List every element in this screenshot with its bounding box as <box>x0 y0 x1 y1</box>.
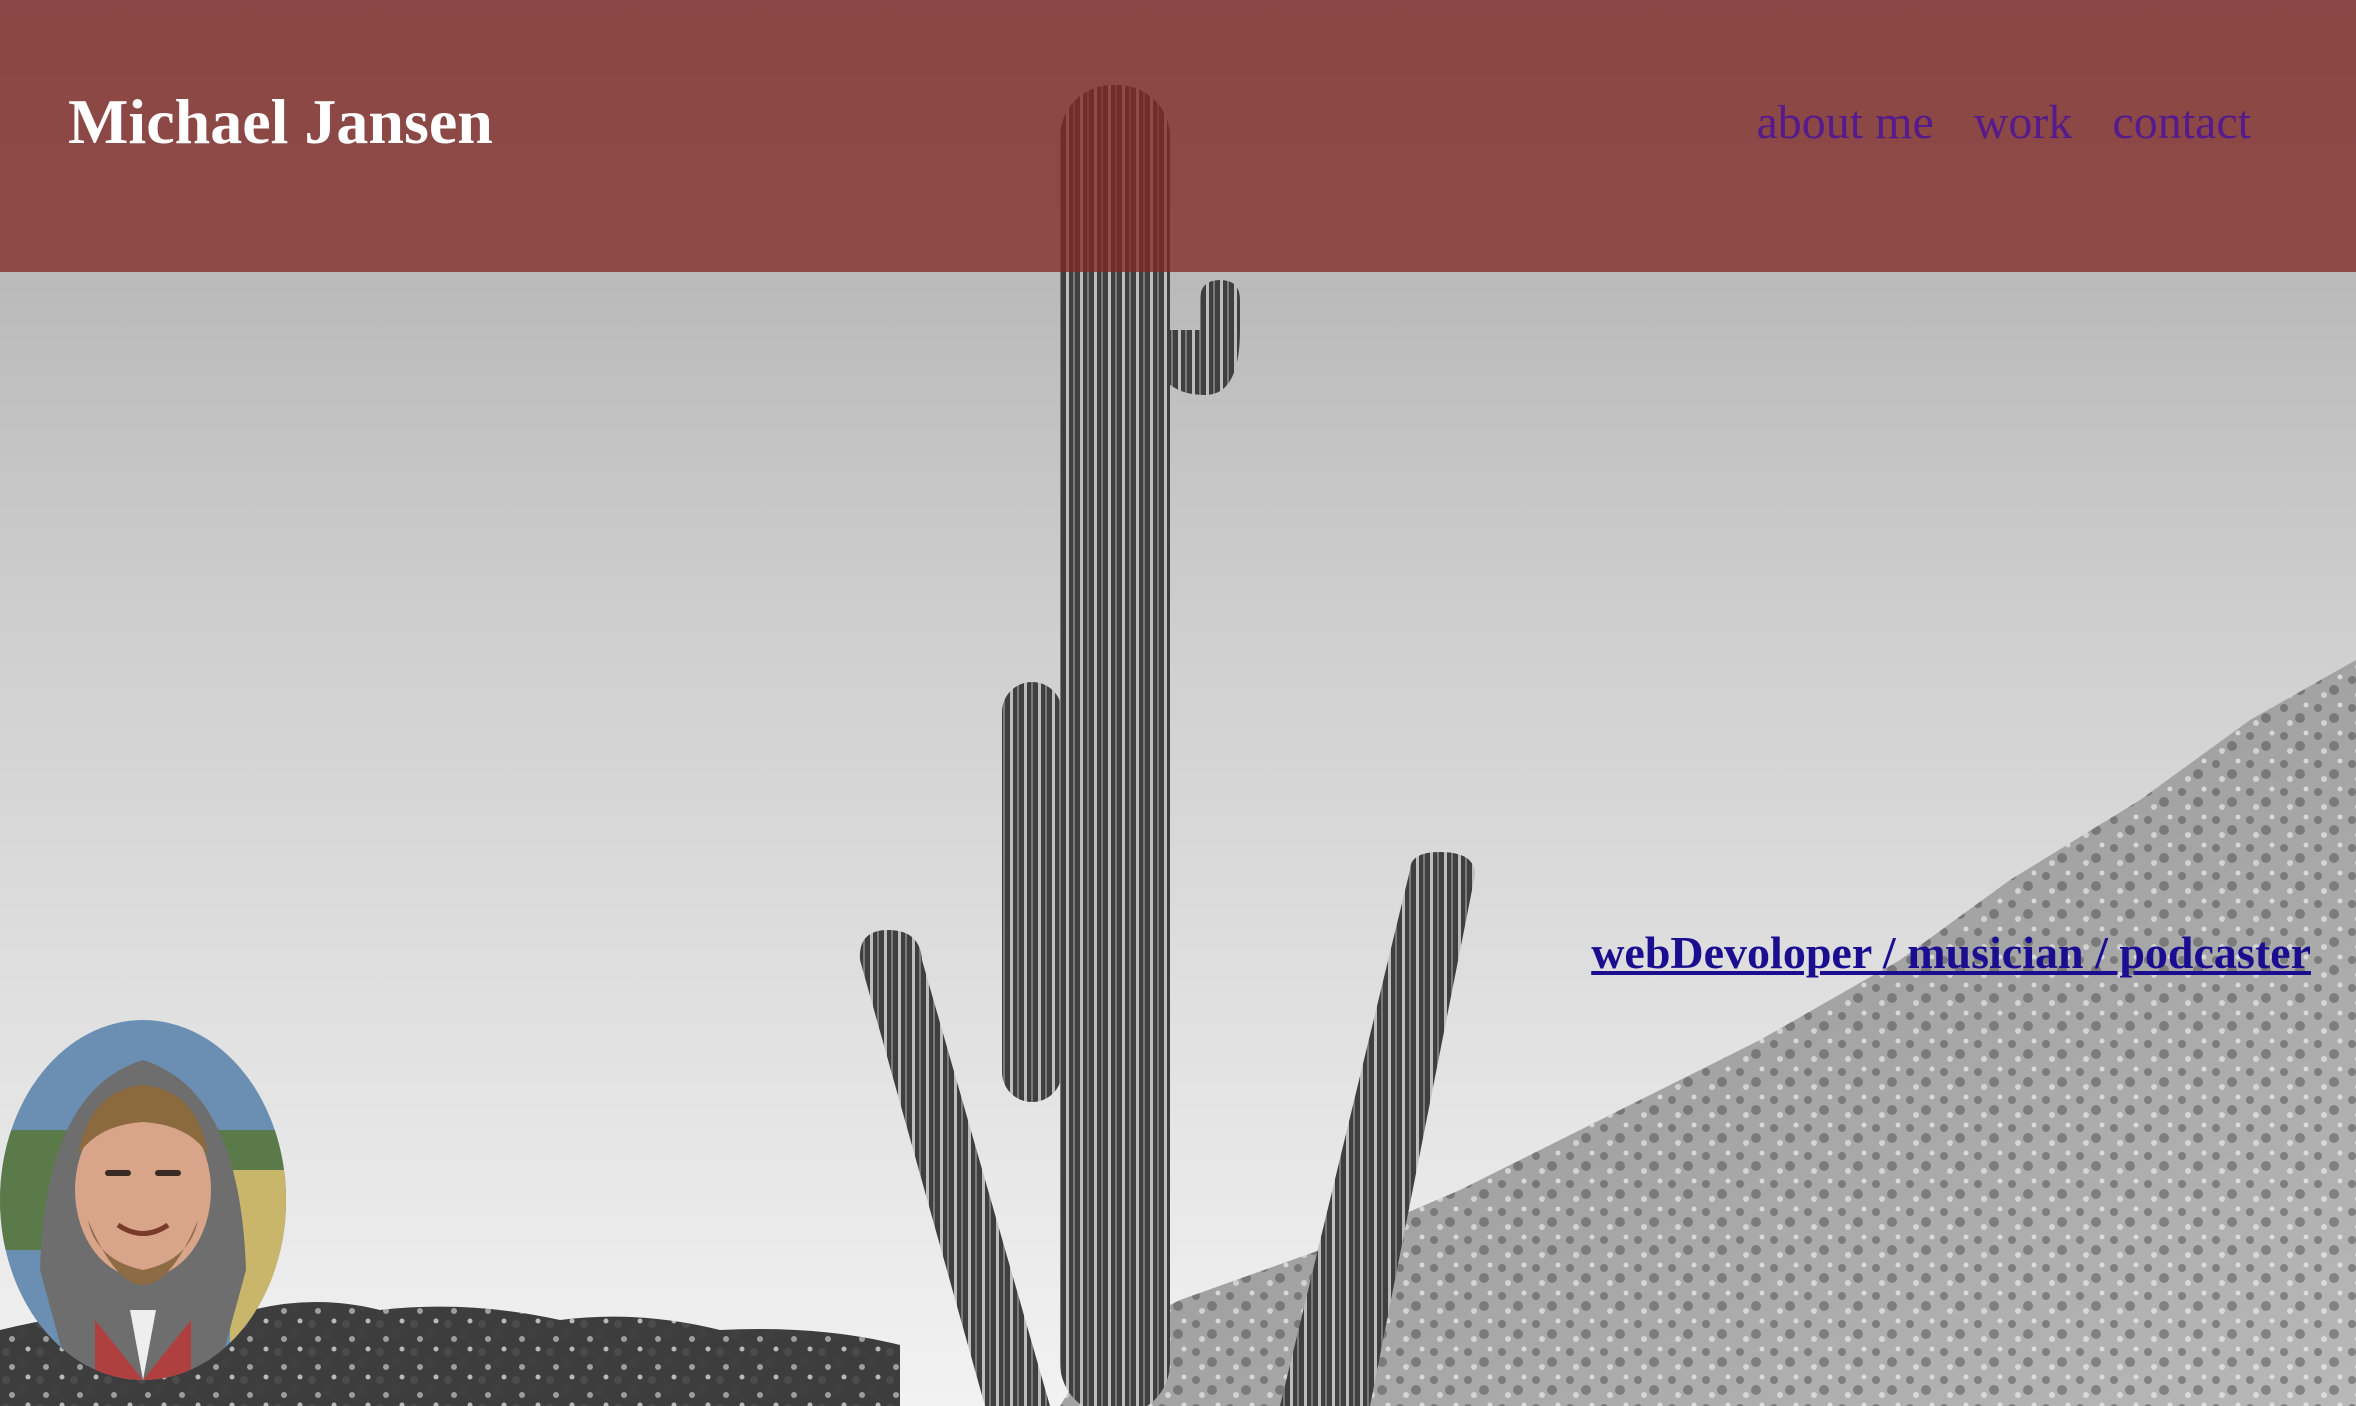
page: Michael Jansen about me work contact web… <box>0 0 2356 1406</box>
site-header: Michael Jansen about me work contact <box>0 0 2356 272</box>
tagline-link[interactable]: webDevoloper / musician / podcaster <box>1591 920 2311 986</box>
site-title[interactable]: Michael Jansen <box>68 78 493 166</box>
nav-link-contact[interactable]: contact <box>2112 88 2251 158</box>
avatar <box>0 1020 286 1380</box>
main-nav: about me work contact <box>1756 88 2251 158</box>
nav-link-about-me[interactable]: about me <box>1756 88 1933 158</box>
nav-link-work[interactable]: work <box>1974 88 2073 158</box>
